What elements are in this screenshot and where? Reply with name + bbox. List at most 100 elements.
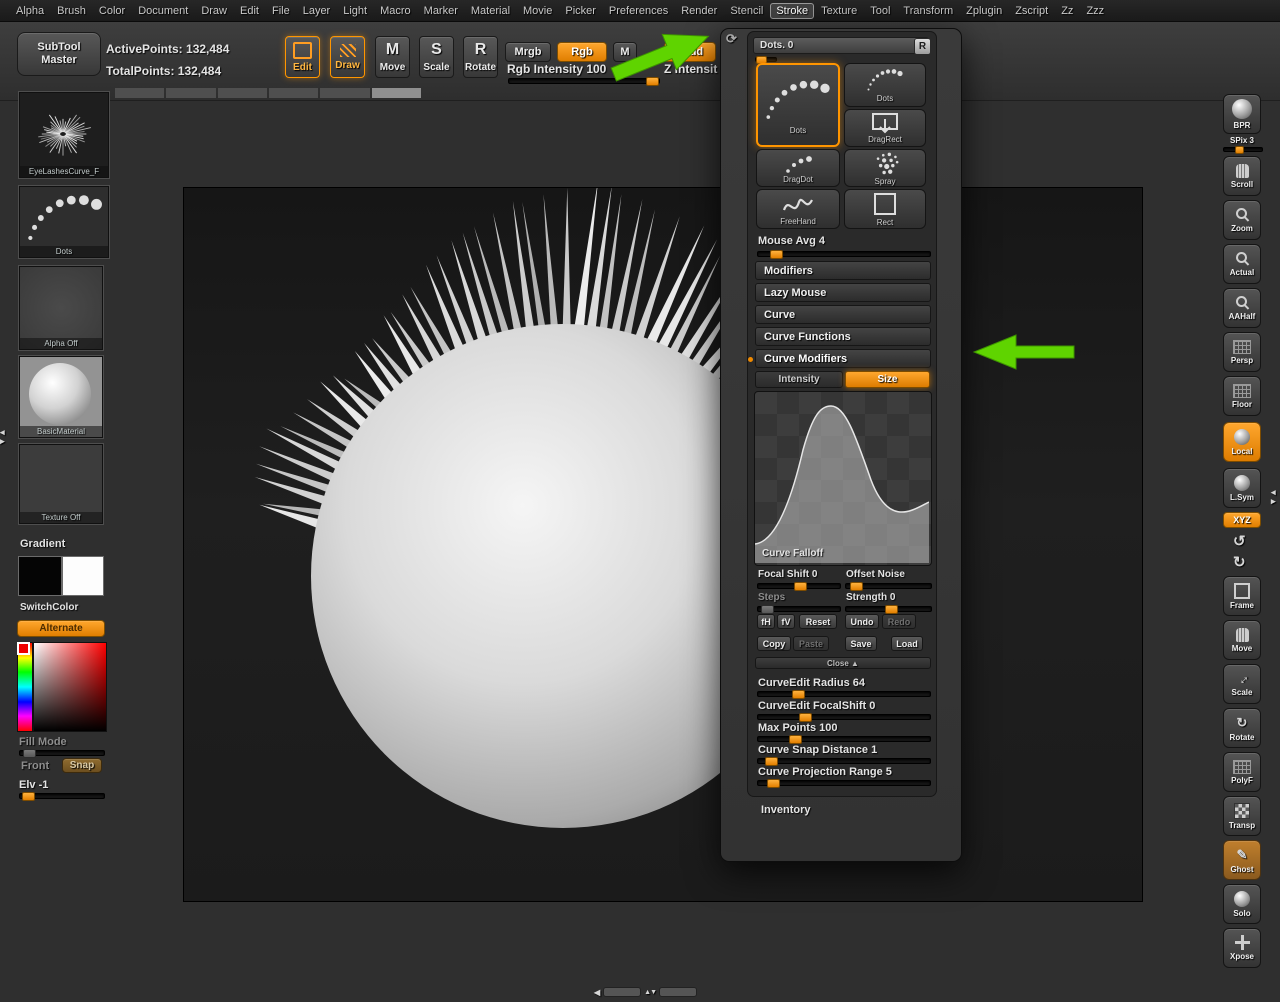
menu-item-macro[interactable]: Macro: [374, 3, 417, 19]
menu-item-zscript[interactable]: Zscript: [1009, 3, 1054, 19]
close-bar[interactable]: Close ▲: [755, 657, 931, 669]
scale-button[interactable]: ↔ Scale: [1223, 664, 1261, 704]
material-thumbnail[interactable]: BasicMaterial: [19, 356, 103, 438]
hue-strip[interactable]: [17, 642, 33, 732]
texture-thumbnail[interactable]: Texture Off: [19, 444, 103, 524]
curve-snap-distance-slider[interactable]: [757, 758, 931, 764]
fill-mode-thumb[interactable]: [23, 749, 36, 758]
menu-item-tool[interactable]: Tool: [864, 3, 896, 19]
menu-item-zzz[interactable]: Zzz: [1080, 3, 1110, 19]
scrollbar-track[interactable]: [603, 987, 641, 997]
section-curve-modifiers[interactable]: Curve Modifiers: [755, 349, 931, 368]
stroke-type-dots-main[interactable]: Dots: [756, 63, 840, 147]
menu-item-movie[interactable]: Movie: [517, 3, 558, 19]
stroke-type-dragrect[interactable]: DragRect: [844, 109, 926, 147]
xpose-button[interactable]: Xpose: [1223, 928, 1261, 968]
stroke-type-freehand[interactable]: FreeHand: [756, 189, 840, 229]
curve-editor[interactable]: Curve Falloff: [754, 391, 932, 566]
menu-item-transform[interactable]: Transform: [897, 3, 959, 19]
move-button[interactable]: Move: [1223, 620, 1261, 660]
mouse-avg-slider[interactable]: [757, 251, 931, 257]
curveedit-radius-thumb[interactable]: [792, 690, 805, 699]
rgb-button[interactable]: Rgb: [557, 42, 607, 62]
paste-button[interactable]: Paste: [793, 636, 829, 651]
lsym-button[interactable]: L.Sym: [1223, 468, 1261, 508]
menu-item-marker[interactable]: Marker: [418, 3, 464, 19]
stroke-type-dots[interactable]: Dots: [844, 63, 926, 107]
menu-item-layer[interactable]: Layer: [297, 3, 337, 19]
focal-shift-slider[interactable]: [757, 583, 841, 589]
fill-mode-slider[interactable]: [19, 750, 105, 756]
offset-noise-thumb[interactable]: [850, 582, 863, 591]
refresh-icon[interactable]: ⟳: [726, 31, 737, 47]
restore-button[interactable]: R: [914, 38, 931, 55]
color-picker-cursor[interactable]: [17, 642, 30, 655]
stroke-title-bar[interactable]: Dots. 0: [753, 37, 929, 54]
menu-item-picker[interactable]: Picker: [559, 3, 602, 19]
scroll-updown-icon[interactable]: ▲▼: [644, 989, 656, 996]
doc-size-segment-active[interactable]: [372, 88, 421, 98]
undo-button[interactable]: Undo: [845, 614, 879, 629]
doc-size-segment[interactable]: [320, 88, 369, 98]
polyf-button[interactable]: PolyF: [1223, 752, 1261, 792]
stroke-type-spray[interactable]: Spray: [844, 149, 926, 187]
curve-projection-range-thumb[interactable]: [767, 779, 780, 788]
rotate-button[interactable]: ↻ Rotate: [1223, 708, 1261, 748]
stroke-type-dragdot[interactable]: DragDot: [756, 149, 840, 187]
menu-item-file[interactable]: File: [266, 3, 296, 19]
menu-item-zz[interactable]: Zz: [1055, 3, 1079, 19]
alpha-thumbnail[interactable]: Alpha Off: [19, 266, 103, 350]
right-edge-collapse-handle[interactable]: ◂▸: [1271, 488, 1276, 506]
floor-button[interactable]: Floor: [1223, 376, 1261, 416]
copy-button[interactable]: Copy: [757, 636, 791, 651]
doc-size-segment[interactable]: [269, 88, 318, 98]
rotate-tool-button[interactable]: R Rotate: [463, 36, 498, 78]
frame-button[interactable]: Frame: [1223, 576, 1261, 616]
edit-button[interactable]: Edit: [285, 36, 320, 78]
bpr-button[interactable]: BPR: [1223, 94, 1261, 134]
curveedit-radius-slider[interactable]: [757, 691, 931, 697]
tab-intensity[interactable]: Intensity: [755, 371, 843, 388]
menu-item-light[interactable]: Light: [337, 3, 373, 19]
menu-item-material[interactable]: Material: [465, 3, 516, 19]
menu-item-render[interactable]: Render: [675, 3, 723, 19]
rotate-ccw-icon[interactable]: ↺: [1233, 532, 1246, 550]
max-points-thumb[interactable]: [789, 735, 802, 744]
saturation-square[interactable]: [33, 642, 107, 732]
color-swatch-secondary[interactable]: [62, 556, 104, 596]
fh-button[interactable]: fH: [757, 614, 775, 629]
zoom-button[interactable]: Zoom: [1223, 200, 1261, 240]
menu-item-alpha[interactable]: Alpha: [10, 3, 50, 19]
stroke-type-rect[interactable]: Rect: [844, 189, 926, 229]
local-button[interactable]: Local: [1223, 422, 1261, 462]
redo-button[interactable]: Redo: [882, 614, 916, 629]
subtool-master-button[interactable]: SubTool Master: [17, 32, 101, 76]
draw-button[interactable]: Draw: [330, 36, 365, 78]
tab-size[interactable]: Size: [845, 371, 930, 388]
doc-size-segment[interactable]: [115, 88, 164, 98]
left-edge-collapse-handle[interactable]: ◂▸: [0, 428, 5, 446]
save-button[interactable]: Save: [845, 636, 877, 651]
menu-item-draw[interactable]: Draw: [195, 3, 233, 19]
steps-thumb[interactable]: [761, 605, 774, 614]
spix-slider[interactable]: [1223, 147, 1263, 152]
title-mini-slider[interactable]: [755, 57, 777, 62]
offset-noise-slider[interactable]: [845, 583, 932, 589]
alternate-button[interactable]: Alternate: [17, 620, 105, 637]
elv-thumb[interactable]: [22, 792, 35, 801]
switchcolor-label[interactable]: SwitchColor: [20, 602, 78, 613]
ghost-button[interactable]: ✎ Ghost: [1223, 840, 1261, 880]
menu-item-edit[interactable]: Edit: [234, 3, 265, 19]
canvas[interactable]: [183, 187, 1143, 902]
brush-thumbnail[interactable]: EyeLashesCurve_F: [19, 92, 109, 178]
doc-size-segment[interactable]: [218, 88, 267, 98]
section-curve-functions[interactable]: Curve Functions: [755, 327, 931, 346]
snap-button[interactable]: Snap: [62, 758, 102, 773]
curve-projection-range-slider[interactable]: [757, 780, 931, 786]
menu-item-zplugin[interactable]: Zplugin: [960, 3, 1008, 19]
spix-thumb[interactable]: [1235, 146, 1244, 154]
curve-snap-distance-thumb[interactable]: [765, 757, 778, 766]
scrollbar-track[interactable]: [659, 987, 697, 997]
aahalf-button[interactable]: AAHalf: [1223, 288, 1261, 328]
section-modifiers[interactable]: Modifiers: [755, 261, 931, 280]
